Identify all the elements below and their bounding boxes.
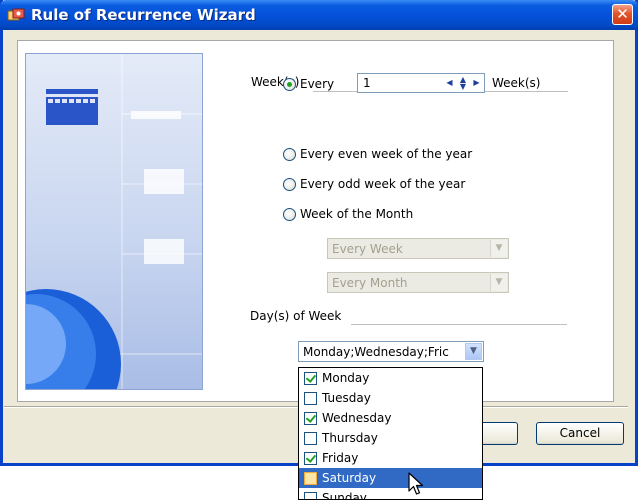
day-option-label: Tuesday xyxy=(322,391,371,405)
checkbox-icon[interactable] xyxy=(304,391,317,405)
radio-even-weeks[interactable]: Every even week of the year xyxy=(283,145,472,163)
radio-odd-weeks[interactable]: Every odd week of the year xyxy=(283,175,465,193)
day-option-thursday[interactable]: Thursday xyxy=(299,428,482,448)
day-option-wednesday[interactable]: Wednesday xyxy=(299,408,482,428)
day-option-label: Thursday xyxy=(322,431,378,445)
radio-button-checked-icon[interactable] xyxy=(283,77,296,91)
spin-up-down-icon[interactable]: ▲ ▼ xyxy=(456,75,470,91)
radio-week-of-month-label: Week of the Month xyxy=(300,207,414,221)
checkbox-icon[interactable] xyxy=(304,491,317,499)
radio-button-icon[interactable] xyxy=(283,177,296,191)
days-section-label: Day(s) of Week xyxy=(250,309,342,323)
day-option-label: Friday xyxy=(322,451,359,465)
days-of-week-combo[interactable]: Monday;Wednesday;Fric ▼ xyxy=(298,341,484,362)
close-icon: ✕ xyxy=(616,5,629,23)
chevron-right-icon[interactable]: ▶ xyxy=(471,75,482,91)
radio-button-icon[interactable] xyxy=(283,207,296,221)
radio-odd-weeks-label: Every odd week of the year xyxy=(300,177,466,191)
mouse-pointer-icon xyxy=(408,472,424,495)
checkbox-icon[interactable] xyxy=(304,431,317,445)
day-option-tuesday[interactable]: Tuesday xyxy=(299,388,482,408)
day-option-friday[interactable]: Friday xyxy=(299,448,482,468)
days-of-week-combo-value: Monday;Wednesday;Fric xyxy=(303,345,449,359)
title-bar[interactable]: Rule of Recurrence Wizard ✕ xyxy=(0,0,638,30)
checkbox-icon[interactable] xyxy=(304,471,317,485)
chevron-left-icon[interactable]: ◀ xyxy=(444,75,455,91)
chevron-down-icon[interactable]: ▼ xyxy=(490,274,507,291)
radio-every-week[interactable]: Every xyxy=(283,75,334,93)
day-option-label: Saturday xyxy=(322,471,377,485)
day-option-label: Monday xyxy=(322,371,370,385)
radio-even-weeks-label: Every even week of the year xyxy=(300,147,473,161)
ok-button[interactable] xyxy=(482,422,518,445)
checkbox-checked-icon[interactable] xyxy=(304,411,317,425)
spinner-buttons: ◀ ▲ ▼ ▶ xyxy=(444,75,482,91)
chevron-down-icon[interactable]: ▼ xyxy=(490,240,507,257)
calendar-illustration-icon xyxy=(26,54,202,389)
radio-week-of-month[interactable]: Week of the Month xyxy=(283,205,413,223)
month-combo-value: Every Month xyxy=(332,276,408,290)
day-option-sunday[interactable]: Sunday xyxy=(299,488,482,500)
checkbox-checked-icon[interactable] xyxy=(304,451,317,465)
every-weeks-suffix: Week(s) xyxy=(492,76,541,90)
wizard-app-icon xyxy=(7,8,25,21)
checkbox-checked-icon[interactable] xyxy=(304,371,317,385)
radio-button-icon[interactable] xyxy=(283,147,296,161)
day-option-label: Wednesday xyxy=(322,411,392,425)
week-of-month-combo-value: Every Week xyxy=(332,242,403,256)
week-of-month-combo[interactable]: Every Week ▼ xyxy=(327,238,509,259)
every-weeks-value[interactable]: 1 xyxy=(363,76,371,90)
days-dropdown-list[interactable]: Monday Tuesday Wednesday Thursday Friday… xyxy=(298,367,483,500)
every-weeks-spinner[interactable]: 1 ◀ ▲ ▼ ▶ xyxy=(357,73,485,93)
month-combo[interactable]: Every Month ▼ xyxy=(327,272,509,293)
day-option-saturday[interactable]: Saturday xyxy=(299,468,482,488)
window-title: Rule of Recurrence Wizard xyxy=(31,6,256,24)
day-option-label: Sunday xyxy=(322,491,367,500)
close-button[interactable]: ✕ xyxy=(612,4,633,25)
day-option-monday[interactable]: Monday xyxy=(299,368,482,388)
chevron-down-icon[interactable]: ▼ xyxy=(465,343,482,360)
wizard-side-illustration xyxy=(25,53,203,390)
cancel-button[interactable]: Cancel xyxy=(536,422,624,445)
radio-every-label: Every xyxy=(300,77,335,91)
days-section-divider xyxy=(351,324,567,326)
